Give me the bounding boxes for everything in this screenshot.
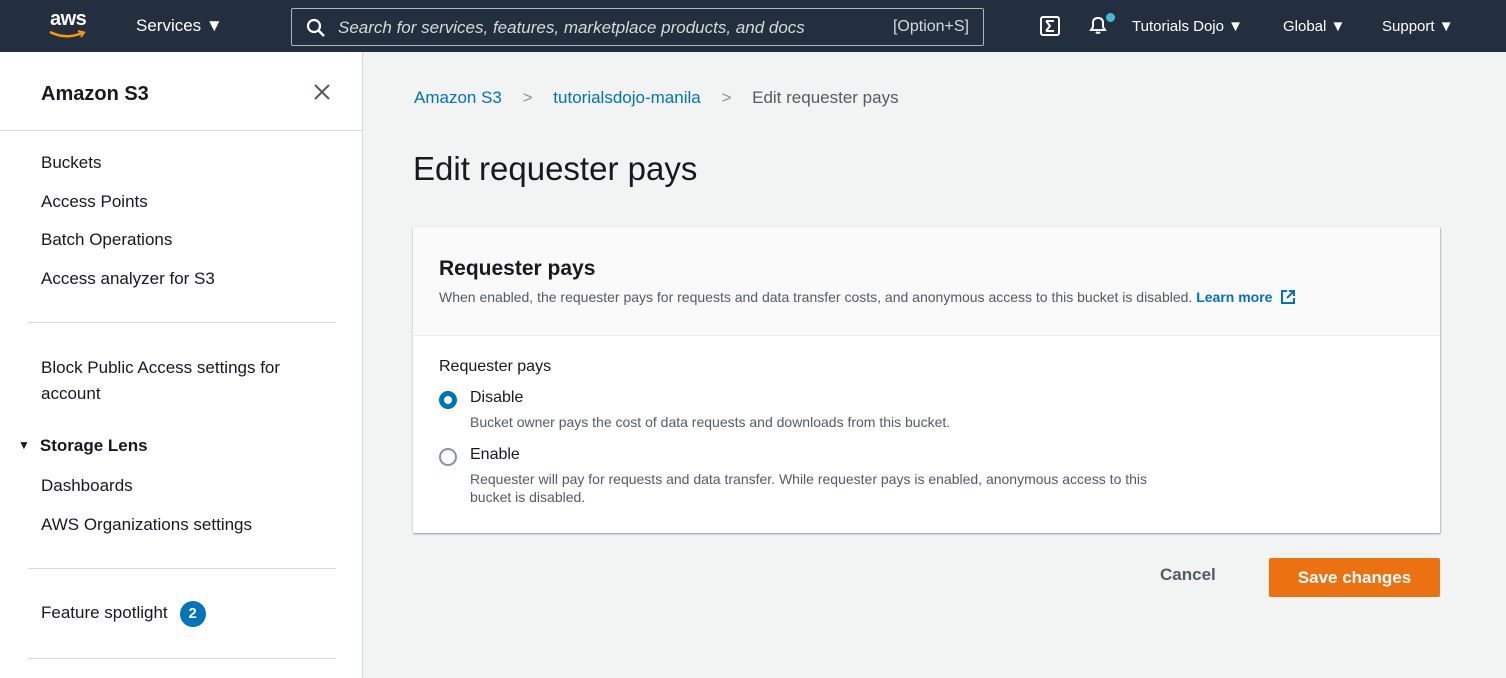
- requester-pays-panel: Requester pays When enabled, the request…: [413, 227, 1440, 533]
- notification-dot: [1106, 13, 1115, 22]
- breadcrumb-current: Edit requester pays: [752, 88, 899, 107]
- sidebar-section-label: Storage Lens: [39, 436, 148, 455]
- aws-logo-text: aws: [50, 8, 87, 30]
- sidebar-title[interactable]: Amazon S3: [41, 83, 149, 106]
- cancel-button[interactable]: Cancel: [1160, 565, 1216, 585]
- breadcrumb: Amazon S3 > tutorialsdojo-manila > Edit …: [414, 88, 899, 108]
- aws-smile-icon: [49, 30, 86, 38]
- radio-button-selected[interactable]: [439, 391, 457, 409]
- divider: [28, 568, 336, 569]
- radio-button[interactable]: [439, 448, 457, 466]
- learn-more-label: Learn more: [1196, 289, 1273, 305]
- radio-option-enable[interactable]: Enable Requester will pay for requests a…: [439, 446, 1147, 506]
- chevron-right-icon: >: [522, 88, 533, 107]
- sidebar-item-label: account: [41, 384, 101, 403]
- top-navigation-bar: aws Services ▼ Search for services, feat…: [0, 0, 1506, 52]
- divider: [0, 130, 362, 131]
- side-navigation: Amazon S3 Buckets Access Points Batch Op…: [0, 52, 363, 678]
- radio-description: Requester will pay for requests and data…: [470, 471, 1148, 505]
- caret-down-icon: ▼: [18, 438, 30, 452]
- region-menu[interactable]: Global ▼: [1283, 18, 1345, 35]
- sidebar-item-buckets[interactable]: Buckets: [41, 150, 101, 176]
- divider: [28, 658, 336, 659]
- breadcrumb-link-amazon-s3[interactable]: Amazon S3: [414, 88, 502, 107]
- search-placeholder: Search for services, features, marketpla…: [338, 18, 805, 37]
- search-shortcut-hint: [Option+S]: [892, 18, 969, 35]
- radio-description: Bucket owner pays the cost of data reque…: [470, 414, 951, 430]
- support-menu[interactable]: Support ▼: [1382, 18, 1454, 35]
- sidebar-item-batch-operations[interactable]: Batch Operations: [41, 227, 172, 253]
- sidebar-item-access-points[interactable]: Access Points: [41, 189, 148, 215]
- save-changes-button[interactable]: Save changes: [1269, 558, 1440, 597]
- sidebar-item-feature-spotlight[interactable]: Feature spotlight 2: [41, 600, 206, 627]
- learn-more-link[interactable]: Learn more: [1196, 289, 1296, 305]
- radio-option-disable[interactable]: Disable Bucket owner pays the cost of da…: [439, 389, 1139, 431]
- radio-label: Enable: [470, 446, 520, 463]
- requester-pays-field-label: Requester pays: [439, 358, 552, 375]
- radio-label: Disable: [470, 389, 524, 406]
- sidebar-item-aws-organizations-settings[interactable]: AWS Organizations settings: [41, 512, 252, 538]
- panel-header: Requester pays When enabled, the request…: [413, 227, 1440, 336]
- panel-description: When enabled, the requester pays for req…: [439, 289, 1296, 305]
- divider: [28, 322, 336, 323]
- chevron-right-icon: >: [721, 88, 732, 107]
- breadcrumb-link-bucket[interactable]: tutorialsdojo-manila: [553, 88, 700, 107]
- panel-title: Requester pays: [439, 257, 596, 280]
- search-box[interactable]: Search for services, features, marketpla…: [291, 8, 984, 46]
- count-badge: 2: [179, 601, 206, 627]
- sidebar-item-label: Feature spotlight: [41, 603, 168, 622]
- sidebar-item-block-public-access[interactable]: Block Public Access settings for account: [41, 355, 280, 407]
- sidebar-section-storage-lens[interactable]: ▼ Storage Lens: [18, 436, 148, 456]
- account-menu[interactable]: Tutorials Dojo ▼: [1132, 18, 1243, 35]
- sidebar-item-dashboards[interactable]: Dashboards: [41, 473, 133, 499]
- sidebar-item-access-analyzer[interactable]: Access analyzer for S3: [41, 266, 215, 292]
- close-icon[interactable]: [312, 82, 332, 102]
- search-icon: [306, 18, 325, 37]
- aws-logo[interactable]: aws: [48, 8, 94, 44]
- sidebar-item-label: Block Public Access settings for: [41, 358, 281, 377]
- panel-description-text: When enabled, the requester pays for req…: [439, 289, 1193, 305]
- page-title: Edit requester pays: [413, 150, 698, 187]
- cloudshell-icon[interactable]: [1040, 16, 1060, 36]
- external-link-icon: [1281, 290, 1296, 304]
- services-menu[interactable]: Services ▼: [136, 16, 223, 36]
